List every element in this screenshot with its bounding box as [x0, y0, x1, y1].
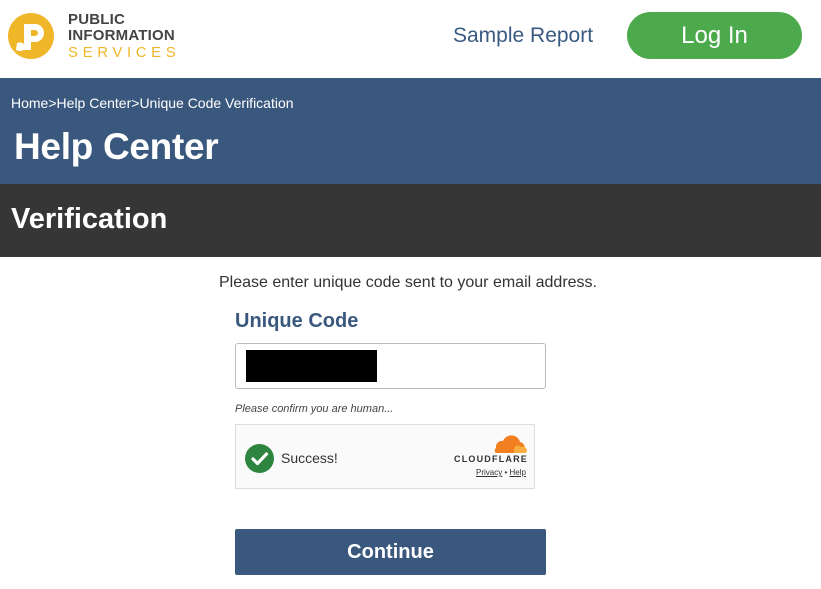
logo-line-1: PUBLIC — [68, 11, 126, 28]
captcha-links: Privacy • Help — [476, 468, 526, 477]
breadcrumb-current: Unique Code Verification — [139, 95, 294, 111]
page-title: Help Center — [14, 126, 219, 167]
unique-code-label: Unique Code — [235, 310, 359, 332]
unique-code-input[interactable] — [235, 343, 546, 389]
logo-wordmark: PUBLIC INFORMATION SERVICES — [68, 11, 181, 62]
human-verification-prompt: Please confirm you are human... — [235, 403, 394, 415]
cloudflare-cloud-icon — [494, 435, 527, 453]
pis-p-icon — [8, 13, 54, 59]
site-logo[interactable]: PUBLIC INFORMATION SERVICES — [8, 12, 188, 64]
logo-line-3: SERVICES — [68, 44, 181, 61]
link-separator: • — [504, 468, 508, 477]
captcha-status: Success! — [281, 450, 338, 466]
cloudflare-wordmark: CLOUDFLARE — [454, 454, 528, 464]
check-circle-icon — [245, 444, 274, 473]
site-header: PUBLIC INFORMATION SERVICES Sample Repor… — [0, 0, 821, 78]
sample-report-link[interactable]: Sample Report — [453, 24, 593, 48]
section-header-band: Verification — [0, 184, 821, 257]
logo-line-2: INFORMATION — [68, 27, 175, 44]
breadcrumb-home[interactable]: Home — [11, 95, 48, 111]
breadcrumb-help-center[interactable]: Help Center — [57, 95, 132, 111]
redacted-code-value — [246, 350, 377, 382]
page-header-band: Home>Help Center>Unique Code Verificatio… — [0, 78, 821, 184]
breadcrumb-separator: > — [48, 95, 57, 111]
section-title: Verification — [11, 203, 168, 235]
login-button[interactable]: Log In — [627, 12, 802, 59]
help-link[interactable]: Help — [510, 468, 526, 477]
instructions-text: Please enter unique code sent to your em… — [218, 274, 597, 291]
captcha-widget[interactable]: Success! CLOUDFLARE Privacy • Help — [235, 424, 535, 489]
continue-button[interactable]: Continue — [235, 529, 546, 575]
privacy-link[interactable]: Privacy — [476, 468, 502, 477]
breadcrumb: Home>Help Center>Unique Code Verificatio… — [11, 95, 294, 111]
